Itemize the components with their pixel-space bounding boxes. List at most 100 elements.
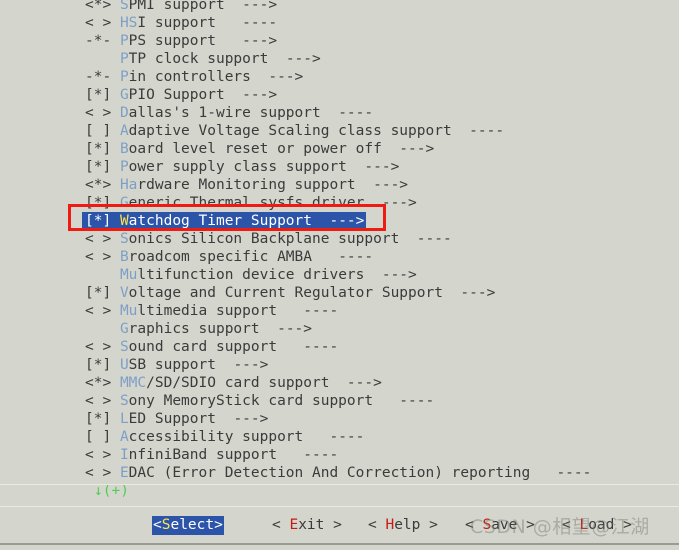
menu-item-text: <*> MMC/SD/SDIO card support --->	[85, 375, 382, 391]
menu-item[interactable]: -*- Pin controllers --->	[0, 68, 679, 86]
divider-bottom	[0, 543, 679, 545]
menu-item-label: allas's 1-wire support	[128, 105, 321, 121]
menu-item-selected[interactable]: [*] Watchdog Timer Support --->	[0, 212, 679, 230]
menu-item[interactable]: [*] Power supply class support --->	[0, 158, 679, 176]
menu-item-text: < > Dallas's 1-wire support ----	[85, 105, 373, 121]
menu-item[interactable]: < > Multimedia support ----	[0, 302, 679, 320]
exit-button[interactable]: < Exit >	[272, 516, 342, 535]
divider-middle	[0, 506, 679, 507]
menu-item-state-marker[interactable]: <*>	[85, 0, 111, 13]
load-button[interactable]: < Load >	[562, 516, 632, 535]
menu-item-submenu-arrow: --->	[224, 0, 278, 13]
menu-item[interactable]: PTP clock support --->	[0, 50, 679, 68]
menu-item-state-marker[interactable]: < >	[85, 339, 111, 355]
menu-item-state-marker[interactable]: [*]	[85, 285, 111, 301]
menu-item-state-marker[interactable]: < >	[85, 15, 111, 31]
menu-item-text: [*] Generic Thermal sysfs driver --->	[85, 195, 417, 211]
menu-item-state-marker[interactable]: [ ]	[85, 429, 111, 445]
menu-item-submenu-arrow: ----	[373, 393, 435, 409]
menu-item-text: <*> SPMI support --->	[85, 0, 277, 13]
menu-item[interactable]: [*] USB support --->	[0, 356, 679, 374]
menu-item-label: /SD/SDIO card support	[146, 375, 330, 391]
menu-item-state-marker[interactable]: [*]	[85, 159, 111, 175]
menu-item-state-marker[interactable]: [*]	[85, 141, 111, 157]
menu-item-state-marker[interactable]: <*>	[85, 177, 111, 193]
menu-item[interactable]: < > Sony MemoryStick card support ----	[0, 392, 679, 410]
menu-item-spacer	[111, 0, 120, 13]
menu-item-state-marker[interactable]: -*-	[85, 69, 111, 85]
menu-item-label: TP clock support	[128, 51, 269, 67]
save-button[interactable]: < Save >	[465, 516, 535, 535]
menu-item-submenu-arrow: ----	[303, 429, 365, 445]
menu-item-state-marker[interactable]: < >	[85, 447, 111, 463]
menu-item-state-marker[interactable]: < >	[85, 105, 111, 121]
menu-item[interactable]: [*] Generic Thermal sysfs driver --->	[0, 194, 679, 212]
menu-item[interactable]: Multifunction device drivers --->	[0, 266, 679, 284]
menu-item[interactable]: [*] LED Support --->	[0, 410, 679, 428]
menu-item-label: ound card support	[128, 339, 278, 355]
menu-item-text: [ ] Accessibility support ----	[85, 429, 364, 445]
menu-item-label: I support	[137, 15, 216, 31]
menu-item-state-marker[interactable]: <*>	[85, 375, 111, 391]
menu-item[interactable]: [ ] Adaptive Voltage Scaling class suppo…	[0, 122, 679, 140]
menu-item[interactable]: Graphics support --->	[0, 320, 679, 338]
menu-item-hotkey: P	[119, 69, 129, 85]
menu-item-text: < > Sony MemoryStick card support ----	[85, 393, 434, 409]
menu-item-state-marker[interactable]: < >	[85, 303, 111, 319]
menu-item-state-marker[interactable]: [ ]	[85, 123, 111, 139]
menu-item-state-marker[interactable]: [*]	[85, 411, 111, 427]
menu-item[interactable]: < > EDAC (Error Detection And Correction…	[0, 464, 679, 482]
menu-item[interactable]: < > Sound card support ----	[0, 338, 679, 356]
button-bracket-left: <	[368, 517, 386, 533]
menu-item[interactable]: < > Sonics Silicon Backplane support ---…	[0, 230, 679, 248]
menu-item-label: raphics support	[128, 321, 260, 337]
menu-item-submenu-arrow: --->	[250, 69, 304, 85]
menu-item-hotkey: D	[119, 105, 129, 121]
menu-item-spacer	[111, 303, 120, 319]
menu-item-state-marker[interactable]: [*]	[85, 357, 111, 373]
menu-item-label: in controllers	[128, 69, 251, 85]
help-button[interactable]: < Help >	[368, 516, 438, 535]
menu-item-state-marker[interactable]: < >	[85, 249, 111, 265]
menu-item[interactable]: < > InfiniBand support ----	[0, 446, 679, 464]
menu-item-text: [*] Board level reset or power off --->	[85, 141, 434, 157]
menu-item-label: ony MemoryStick card support	[128, 393, 374, 409]
menu-item-state-marker[interactable]: < >	[85, 231, 111, 247]
button-label-rest: oad >	[588, 517, 632, 533]
menu-item-spacer	[111, 357, 120, 373]
menu-item-state-marker[interactable]	[85, 267, 111, 283]
menu-item-text: < > Sonics Silicon Backplane support ---…	[85, 231, 452, 247]
kernel-config-menu-list[interactable]: <*> SPMI support ---> < > HSI support ---…	[0, 0, 679, 482]
menu-item[interactable]: <*> Hardware Monitoring support --->	[0, 176, 679, 194]
menu-item-spacer	[111, 231, 120, 247]
menu-item[interactable]: [*] GPIO Support --->	[0, 86, 679, 104]
menu-item-state-marker[interactable]: < >	[85, 393, 111, 409]
menu-item-label: nfiniBand support	[128, 447, 278, 463]
menu-item-state-marker[interactable]	[85, 321, 111, 337]
menu-item-hotkey: A	[119, 429, 129, 445]
menu-item-state-marker[interactable]: < >	[85, 465, 111, 481]
menu-item-text: [*] Voltage and Current Regulator Suppor…	[85, 285, 495, 301]
menu-item-state-marker[interactable]: [*]	[85, 213, 111, 229]
menu-item[interactable]: <*> SPMI support --->	[0, 0, 679, 14]
menu-item[interactable]: < > Dallas's 1-wire support ----	[0, 104, 679, 122]
menuconfig-screen: <*> SPMI support ---> < > HSI support ---…	[0, 0, 679, 550]
menu-item-state-marker[interactable]: -*-	[85, 33, 111, 49]
menu-item[interactable]: <*> MMC/SD/SDIO card support --->	[0, 374, 679, 392]
menu-item-hotkey: L	[119, 411, 129, 427]
menu-item[interactable]: < > HSI support ----	[0, 14, 679, 32]
menu-item-spacer	[111, 195, 120, 211]
button-bracket-left: <	[562, 517, 580, 533]
menu-item[interactable]: [*] Voltage and Current Regulator Suppor…	[0, 284, 679, 302]
menu-item-hotkey: A	[119, 123, 129, 139]
menu-item[interactable]: [ ] Accessibility support ----	[0, 428, 679, 446]
menu-item-state-marker[interactable]: [*]	[85, 87, 111, 103]
menu-item-state-marker[interactable]	[85, 51, 111, 67]
menu-item[interactable]: < > Broadcom specific AMBA ----	[0, 248, 679, 266]
menu-item-label: SB support	[128, 357, 216, 373]
select-button[interactable]: <Select>	[152, 516, 224, 535]
menu-item[interactable]: -*- PPS support --->	[0, 32, 679, 50]
menu-item[interactable]: [*] Board level reset or power off --->	[0, 140, 679, 158]
menu-item-text: < > Multimedia support ----	[85, 303, 338, 319]
menu-item-state-marker[interactable]: [*]	[85, 195, 111, 211]
